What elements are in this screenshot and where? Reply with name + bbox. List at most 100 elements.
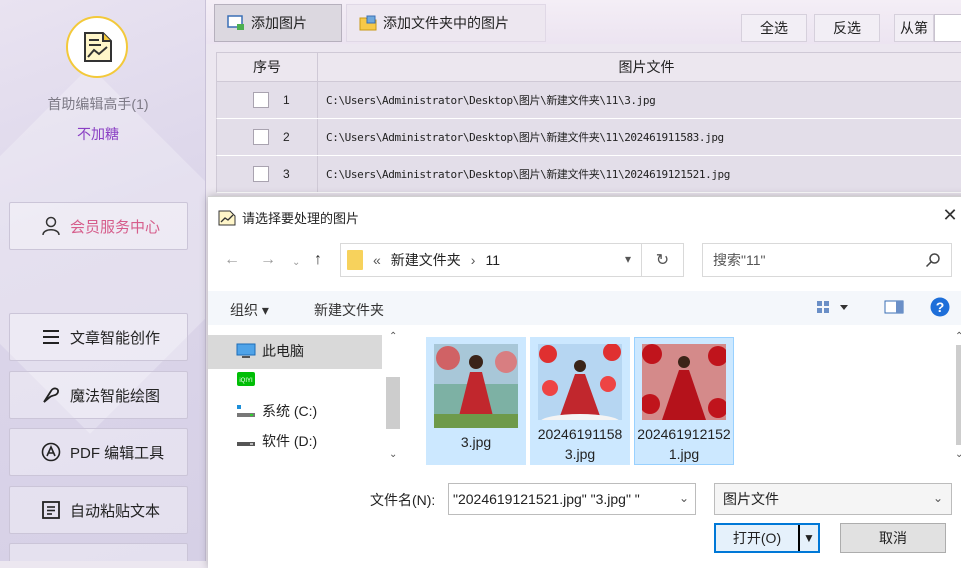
- app-logo: [66, 16, 128, 78]
- organize-menu[interactable]: 组织 ▾: [230, 300, 269, 320]
- back-arrow-icon[interactable]: ←: [224, 251, 240, 269]
- close-icon[interactable]: ✕: [938, 205, 961, 225]
- from-label: 从第: [894, 14, 934, 42]
- toolbar: 添加图片 添加文件夹中的图片 全选 反选 从第: [206, 0, 961, 44]
- open-dropdown-icon[interactable]: ▼: [798, 525, 818, 551]
- image-add-icon: [227, 15, 245, 31]
- row-checkbox[interactable]: [253, 92, 269, 108]
- tree-item-drive-c[interactable]: 系统 (C:): [236, 401, 317, 421]
- tree-scroll-thumb[interactable]: [386, 377, 400, 429]
- refresh-icon[interactable]: ↻: [642, 243, 684, 277]
- sidebar-item-pdf[interactable]: PDF 编辑工具: [9, 428, 188, 476]
- folder-image-icon: [359, 15, 377, 31]
- filename-input[interactable]: "2024619121521.jpg" "3.jpg" " ⌄: [448, 483, 696, 515]
- folder-icon: [347, 250, 363, 270]
- address-prefix: «: [373, 252, 381, 268]
- search-input[interactable]: 搜索"11": [702, 243, 952, 277]
- file-tile[interactable]: 202461911583.jpg: [530, 337, 630, 465]
- dialog-app-icon: [218, 210, 236, 226]
- chevron-down-icon[interactable]: ▾: [625, 252, 631, 266]
- sidebar-item-label: PDF 编辑工具: [70, 444, 165, 462]
- add-folder-images-label: 添加文件夹中的图片: [383, 15, 509, 31]
- file-name: 202461911583.jpg: [537, 426, 623, 462]
- view-options-icon[interactable]: [816, 300, 850, 317]
- scroll-down-icon[interactable]: ⌄: [389, 449, 397, 460]
- address-bar[interactable]: « 新建文件夹 › 11 ▾: [340, 243, 642, 277]
- column-header-index[interactable]: 序号: [217, 53, 318, 81]
- table-row[interactable]: 1 C:\Users\Administrator\Desktop\图片\新建文件…: [216, 82, 961, 119]
- sidebar: 首助编辑高手(1) 不加糖 会员服务中心 文章智能创作 魔法智能绘图 PDF 编…: [0, 0, 206, 561]
- svg-text:?: ?: [936, 299, 945, 315]
- member-center-button[interactable]: 会员服务中心: [9, 202, 188, 250]
- sidebar-item-article[interactable]: 文章智能创作: [9, 313, 188, 361]
- tree-item-label: 系统 (C:): [262, 403, 318, 419]
- file-type-select[interactable]: 图片文件 ⌄: [714, 483, 952, 515]
- preview-pane-icon[interactable]: [884, 300, 904, 317]
- sidebar-item-drawing[interactable]: 魔法智能绘图: [9, 371, 188, 419]
- cancel-button[interactable]: 取消: [840, 523, 946, 553]
- drive-c-icon: [236, 403, 256, 419]
- magic-wand-icon: [40, 384, 62, 406]
- tree-item-drive-d[interactable]: 软件 (D:): [236, 431, 317, 451]
- row-checkbox[interactable]: [253, 129, 269, 145]
- row-index: 1: [283, 93, 290, 107]
- iqiyi-icon: iQIYI: [236, 371, 256, 387]
- chevron-down-icon[interactable]: ⌄: [933, 491, 943, 505]
- breadcrumb-separator: ›: [470, 252, 476, 268]
- new-folder-button[interactable]: 新建文件夹: [314, 300, 384, 320]
- file-name: 2024619121521.jpg: [637, 426, 731, 462]
- file-list-scrollbar[interactable]: ⌃ ⌄: [950, 331, 961, 471]
- search-icon: [925, 252, 941, 271]
- up-arrow-icon[interactable]: ↑: [314, 251, 322, 269]
- sidebar-item-paste[interactable]: 自动粘贴文本: [9, 486, 188, 534]
- command-bar: 组织 ▾ 新建文件夹 ?: [208, 291, 961, 325]
- file-type-value: 图片文件: [723, 491, 779, 507]
- member-center-label: 会员服务中心: [70, 218, 161, 236]
- computer-icon: [236, 343, 256, 359]
- list-icon: [40, 326, 62, 348]
- image-thumbnail: [434, 344, 518, 428]
- file-tile[interactable]: 2024619121521.jpg: [634, 337, 734, 465]
- file-scroll-thumb[interactable]: [956, 345, 961, 445]
- table-row[interactable]: 2 C:\Users\Administrator\Desktop\图片\新建文件…: [216, 119, 961, 156]
- tree-item-iqiyi[interactable]: iQIYI: [236, 371, 262, 387]
- row-index: 2: [283, 130, 290, 144]
- paste-icon: [40, 499, 62, 521]
- recent-dropdown-icon[interactable]: ⌄: [292, 257, 300, 268]
- from-input[interactable]: [934, 14, 961, 42]
- invert-select-button[interactable]: 反选: [814, 14, 880, 42]
- forward-arrow-icon[interactable]: →: [260, 251, 276, 269]
- dialog-title: 请选择要处理的图片: [242, 211, 360, 226]
- sidebar-item-next[interactable]: [9, 543, 188, 561]
- breadcrumb-subfolder[interactable]: 11: [485, 252, 500, 268]
- add-image-button[interactable]: 添加图片: [214, 4, 342, 42]
- help-icon[interactable]: ?: [930, 297, 950, 320]
- add-folder-images-button[interactable]: 添加文件夹中的图片: [346, 4, 546, 42]
- app-name: 首助编辑高手(1): [47, 96, 149, 112]
- chevron-down-icon[interactable]: ⌄: [674, 491, 689, 505]
- search-placeholder: 搜索"11": [713, 252, 766, 268]
- select-all-button[interactable]: 全选: [741, 14, 807, 42]
- scroll-up-icon[interactable]: ⌃: [955, 331, 961, 342]
- dialog-title-bar: 请选择要处理的图片: [218, 208, 359, 227]
- file-tile[interactable]: 3.jpg: [426, 337, 526, 465]
- sidebar-item-label: 自动粘贴文本: [70, 502, 161, 520]
- column-header-file[interactable]: 图片文件: [318, 53, 961, 81]
- pdf-icon: [40, 441, 62, 463]
- navigation-pane: 此电脑 iQIYI 系统 (C:) 软件 (D:): [208, 331, 402, 471]
- scroll-down-icon[interactable]: ⌄: [955, 449, 961, 460]
- row-path: C:\Users\Administrator\Desktop\图片\新建文件夹\…: [326, 94, 656, 107]
- tree-item-this-pc[interactable]: 此电脑: [236, 341, 304, 361]
- image-thumbnail: [538, 344, 622, 420]
- row-path: C:\Users\Administrator\Desktop\图片\新建文件夹\…: [326, 131, 724, 144]
- filename-value: "2024619121521.jpg" "3.jpg" ": [453, 491, 640, 507]
- scroll-up-icon[interactable]: ⌃: [389, 331, 397, 342]
- table-row[interactable]: 3 C:\Users\Administrator\Desktop\图片\新建文件…: [216, 156, 961, 193]
- account-status[interactable]: 不加糖: [0, 124, 196, 144]
- tree-scrollbar[interactable]: ⌃ ⌄: [384, 331, 402, 471]
- user-icon: [40, 215, 62, 237]
- row-checkbox[interactable]: [253, 166, 269, 182]
- drive-d-icon: [236, 433, 256, 449]
- open-button[interactable]: 打开(O) ▼: [714, 523, 820, 553]
- breadcrumb-folder[interactable]: 新建文件夹: [391, 250, 461, 270]
